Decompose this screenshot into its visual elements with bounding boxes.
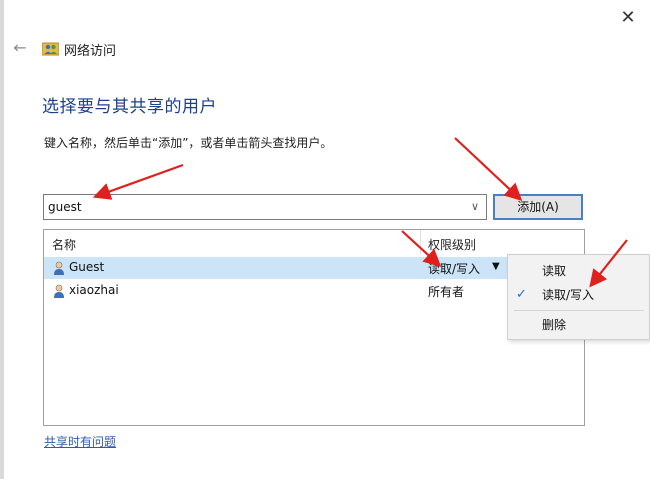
users-table: 名称 权限级别 Guest 读取/写入 ▼ xiaozhai 所有者	[43, 229, 585, 426]
user-name-input[interactable]	[48, 198, 458, 216]
menu-item-label: 读取	[542, 264, 567, 278]
column-header-name[interactable]: 名称	[52, 236, 76, 253]
column-header-permission[interactable]: 权限级别	[428, 236, 476, 253]
close-button[interactable]: ✕	[614, 6, 642, 30]
menu-item-delete[interactable]: 删除	[508, 313, 649, 337]
network-users-icon	[42, 42, 59, 56]
row-user-name: xiaozhai	[69, 283, 119, 297]
menu-item-label: 删除	[542, 318, 567, 332]
menu-item-label: 读取/写入	[542, 288, 595, 302]
page-heading: 选择要与其共享的用户	[42, 97, 217, 117]
row-permission[interactable]: 读取/写入	[428, 260, 480, 277]
chevron-down-icon[interactable]: ∨	[468, 197, 482, 217]
window-title: 网络访问	[64, 44, 117, 59]
column-divider	[420, 230, 421, 254]
row-permission: 所有者	[428, 285, 465, 299]
permission-dropdown-icon[interactable]: ▼	[492, 261, 500, 272]
table-header: 名称 权限级别	[44, 230, 584, 255]
menu-item-read[interactable]: 读取	[508, 259, 649, 283]
arrow-to-input	[92, 163, 184, 200]
menu-separator	[514, 310, 644, 311]
user-icon	[54, 284, 64, 298]
table-row-guest[interactable]: Guest 读取/写入 ▼	[44, 257, 584, 279]
user-icon	[54, 261, 64, 275]
user-combo-box[interactable]: ∨	[43, 194, 487, 220]
checkmark-icon: ✓	[516, 287, 527, 302]
menu-item-read-write[interactable]: ✓ 读取/写入	[508, 283, 649, 307]
instruction-text: 键入名称，然后单击“添加”，或者单击箭头查找用户。	[44, 136, 333, 150]
help-link[interactable]: 共享时有问题	[44, 433, 116, 450]
permission-menu: 读取 ✓ 读取/写入 删除	[507, 254, 650, 340]
table-row-xiaozhai[interactable]: xiaozhai 所有者	[44, 280, 584, 302]
window-frame-edge	[0, 0, 4, 479]
row-user-name: Guest	[69, 260, 105, 274]
arrow-to-add-button	[454, 137, 523, 202]
add-button[interactable]: 添加(A)	[493, 194, 583, 220]
back-arrow-icon[interactable]: ←	[10, 38, 30, 58]
